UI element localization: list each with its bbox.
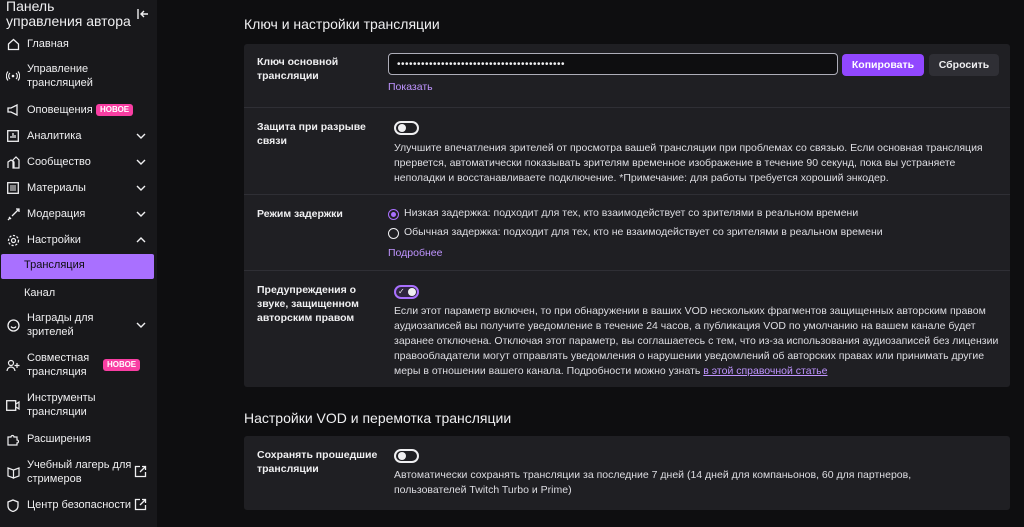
stream-key-label: Ключ основной трансляции — [257, 56, 339, 82]
gear-icon — [6, 233, 20, 247]
save-vods-toggle[interactable] — [394, 449, 419, 463]
sidebar-item-alerts[interactable]: Оповещения НОВОЕ — [0, 103, 157, 117]
check-icon: ✓ — [398, 287, 405, 296]
puzzle-icon — [6, 432, 20, 446]
chevron-down-icon[interactable] — [135, 319, 147, 331]
toggle-knob — [398, 124, 406, 132]
sidebar-item-moderation[interactable]: Модерация — [0, 207, 157, 221]
stream-key-row: Ключ основной трансляции •••••••••••••••… — [244, 44, 1010, 107]
reset-button[interactable]: Сбросить — [929, 54, 999, 76]
sidebar-item-label: Центр безопасности — [27, 499, 132, 511]
analytics-icon — [6, 129, 20, 143]
sidebar: Панель управления автора Главная Управле… — [0, 0, 157, 527]
sidebar-item-community[interactable]: Сообщество — [0, 155, 157, 169]
sidebar-subitem-label: Канал — [24, 287, 56, 299]
broadcast-icon — [6, 69, 20, 83]
toggle-knob — [398, 452, 406, 460]
sidebar-item-label: Главная — [27, 38, 69, 50]
copyright-audio-label: Предупреждения о звуке, защищенном автор… — [257, 284, 359, 324]
sidebar-item-tools[interactable]: Инструменты трансляции — [0, 391, 157, 419]
save-vods-description: Автоматически сохранять трансляции за по… — [394, 469, 912, 496]
camera-icon — [6, 398, 20, 412]
section-title: Настройки VOD и перемотка трансляции — [244, 410, 512, 426]
latency-low-radio[interactable] — [388, 209, 399, 220]
community-icon — [6, 155, 20, 169]
sidebar-item-label: Инструменты трансляции — [27, 392, 96, 418]
book-icon — [6, 465, 20, 479]
sidebar-item-label: Сообщество — [27, 156, 91, 168]
sidebar-item-safety[interactable]: Центр безопасности — [0, 498, 157, 512]
sidebar-item-label: Модерация — [27, 208, 86, 220]
disconnect-label: Защита при разрыве связи — [257, 121, 366, 147]
sidebar-item-label: Совместная трансляция — [27, 352, 90, 378]
home-icon — [6, 37, 20, 51]
toggle-knob — [408, 288, 416, 296]
latency-label: Режим задержки — [257, 208, 343, 220]
help-article-link[interactable]: в этой справочной статье — [703, 365, 827, 377]
latency-normal-label[interactable]: Обычная задержка: подходит для тех, кто … — [404, 226, 883, 238]
chevron-up-icon[interactable] — [135, 234, 147, 246]
disconnect-toggle[interactable] — [394, 121, 419, 135]
sidebar-item-label: Материалы — [27, 182, 86, 194]
sidebar-item-bootcamp[interactable]: Учебный лагерь для стримеров — [0, 458, 157, 486]
new-badge: НОВОЕ — [103, 359, 141, 371]
sidebar-item-collab[interactable]: Совместная трансляция НОВОЕ — [0, 351, 157, 379]
stream-key-input[interactable]: ••••••••••••••••••••••••••••••••••••••••… — [388, 53, 838, 75]
sidebar-item-label: Оповещения — [27, 104, 93, 116]
sidebar-item-label: Учебный лагерь для стримеров — [27, 459, 132, 485]
save-vods-row: Сохранять прошедшие трансляции Автоматич… — [244, 436, 1010, 510]
latency-row: Режим задержки Низкая задержка: подходит… — [244, 194, 1010, 270]
disconnect-description: Улучшите впечатления зрителей от просмот… — [394, 142, 983, 184]
sword-icon — [6, 207, 20, 221]
sidebar-item-rewards[interactable]: Награды для зрителей — [0, 311, 157, 339]
copy-button[interactable]: Копировать — [842, 54, 924, 76]
sidebar-item-label: Награды для зрителей — [27, 312, 94, 338]
vod-settings-panel: Сохранять прошедшие трансляции Автоматич… — [244, 436, 1010, 510]
sidebar-item-content[interactable]: Материалы — [0, 181, 157, 195]
sidebar-item-stream-manager[interactable]: Управление трансляцией — [0, 62, 157, 90]
sidebar-item-label: Аналитика — [27, 130, 82, 142]
chevron-down-icon[interactable] — [135, 182, 147, 194]
shield-icon — [6, 498, 20, 512]
content-icon — [6, 181, 20, 195]
sidebar-subitem-label: Трансляция — [24, 259, 85, 271]
latency-normal-radio[interactable] — [388, 228, 399, 239]
sidebar-subitem-channel[interactable]: Канал — [0, 286, 157, 300]
latency-low-label[interactable]: Низкая задержка: подходит для тех, кто в… — [404, 207, 858, 219]
sidebar-item-extensions[interactable]: Расширения — [0, 432, 157, 446]
disconnect-protection-row: Защита при разрыве связи Улучшите впечат… — [244, 107, 1010, 194]
sidebar-header: Панель управления автора — [6, 0, 154, 30]
external-link-icon — [134, 498, 147, 511]
sidebar-item-label: Расширения — [27, 433, 91, 445]
external-link-icon — [134, 465, 147, 478]
save-vods-label: Сохранять прошедшие трансляции — [257, 449, 378, 475]
sidebar-item-label: Настройки — [27, 234, 81, 246]
sidebar-item-label: Управление трансляцией — [27, 63, 93, 89]
copyright-audio-text: Если этот параметр включен, то при обнар… — [394, 305, 999, 377]
section-title: Ключ и настройки трансляции — [244, 16, 440, 32]
rewards-icon — [6, 318, 20, 332]
chevron-down-icon[interactable] — [135, 156, 147, 168]
sidebar-item-settings[interactable]: Настройки — [0, 233, 157, 247]
sidebar-item-analytics[interactable]: Аналитика — [0, 129, 157, 143]
latency-more-link[interactable]: Подробнее — [388, 247, 442, 259]
chevron-down-icon[interactable] — [135, 208, 147, 220]
stream-settings-panel: Ключ основной трансляции •••••••••••••••… — [244, 44, 1010, 387]
copyright-audio-toggle[interactable]: ✓ — [394, 285, 419, 299]
sidebar-subitem-stream[interactable]: Трансляция — [1, 254, 154, 279]
chevron-down-icon[interactable] — [135, 130, 147, 142]
copyright-audio-row: Предупреждения о звуке, защищенном автор… — [244, 270, 1010, 387]
collapse-sidebar-icon[interactable] — [136, 7, 150, 21]
sidebar-title: Панель управления автора — [6, 0, 131, 29]
megaphone-icon — [6, 103, 20, 117]
sidebar-item-home[interactable]: Главная — [0, 37, 157, 51]
copyright-audio-description: Если этот параметр включен, то при обнар… — [394, 304, 999, 379]
new-badge: НОВОЕ — [96, 104, 134, 116]
show-key-link[interactable]: Показать — [388, 81, 433, 93]
add-user-icon — [6, 358, 20, 372]
